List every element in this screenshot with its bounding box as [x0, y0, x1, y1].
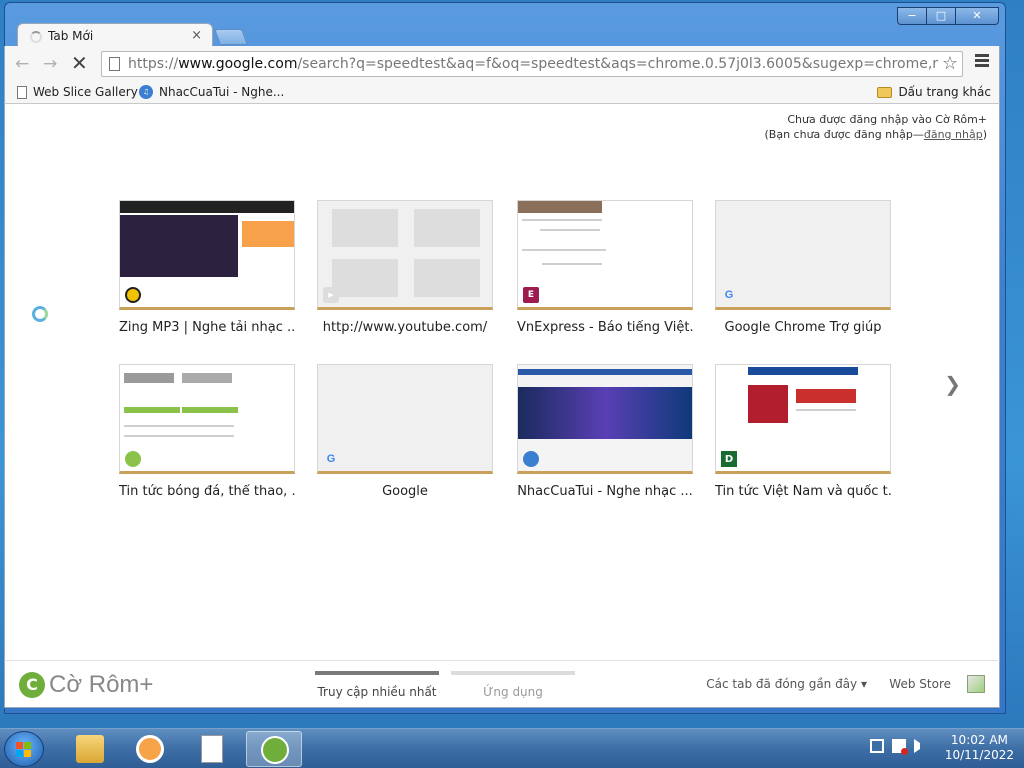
loading-spinner-icon [30, 31, 42, 43]
media-player-icon [136, 735, 164, 763]
new-tab-button[interactable] [214, 29, 248, 45]
system-tray [870, 739, 920, 755]
tile-title: VnExpress - Báo tiếng Việt... [517, 320, 693, 335]
clock-date: 10/11/2022 [944, 748, 1014, 762]
signin-text-end: ) [982, 128, 987, 141]
new-tab-page: Chưa được đăng nhập vào Cờ Rôm+ (Bạn chư… [4, 104, 1000, 660]
other-bookmarks[interactable]: Dấu trang khác [877, 85, 991, 99]
most-visited-tile[interactable]: G Google Chrome Trợ giúp [715, 200, 891, 335]
bookmark-label: NhacCuaTui - Nghe... [159, 85, 285, 99]
busy-cursor-icon [32, 306, 48, 322]
recently-closed-menu[interactable]: Các tab đã đóng gần đây ▾ [706, 677, 867, 691]
signin-text: (Bạn chưa được đăng nhập— [764, 128, 924, 141]
taskbar-media-player[interactable] [122, 731, 178, 767]
tab-apps[interactable]: Ứng dụng [451, 671, 575, 699]
tile-title: http://www.youtube.com/ [322, 320, 488, 335]
folder-icon [877, 86, 893, 98]
minimize-button[interactable]: − [897, 7, 927, 25]
new-tab-footer: C Cờ Rôm+ Truy cập nhiều nhất Ứng dụng C… [4, 660, 1000, 708]
most-visited-tile[interactable]: ▶ http://www.youtube.com/ [317, 200, 493, 335]
document-icon [201, 735, 223, 763]
start-button[interactable] [4, 731, 44, 767]
bookmark-nhaccuatui[interactable]: ♫ NhacCuaTui - Nghe... [139, 85, 284, 99]
tab-close-icon[interactable]: × [191, 28, 202, 43]
most-visited-tile[interactable]: Tin tức bóng đá, thể thao, ... [119, 364, 295, 499]
volume-icon[interactable] [914, 739, 920, 753]
other-bookmarks-label: Dấu trang khác [898, 85, 991, 99]
most-visited-tile[interactable]: E VnExpress - Báo tiếng Việt... [517, 200, 693, 335]
tile-thumbnail: ▶ [317, 200, 493, 310]
chrome-logo-icon: C [19, 672, 45, 698]
bookmark-web-slice-gallery[interactable]: Web Slice Gallery [17, 85, 138, 99]
google-icon: G [724, 289, 734, 301]
signin-link[interactable]: đăng nhập [924, 128, 983, 141]
taskbar-explorer[interactable] [62, 731, 118, 767]
nhaccuatui-icon [523, 451, 539, 467]
url-text[interactable]: https://www.google.com/search?q=speedtes… [128, 56, 938, 72]
back-arrow-icon[interactable]: ← [15, 54, 29, 74]
web-store-icon[interactable] [967, 675, 985, 693]
tile-title: Zing MP3 | Nghe tải nhạc ... [119, 320, 295, 335]
page-icon [109, 57, 120, 71]
web-store-link[interactable]: Web Store [889, 677, 951, 691]
tab-most-visited[interactable]: Truy cập nhiều nhất [315, 671, 439, 699]
vnexpress-icon: E [523, 287, 539, 303]
signin-promo: Chưa được đăng nhập vào Cờ Rôm+ (Bạn chư… [765, 112, 988, 142]
maximize-button[interactable]: □ [926, 7, 956, 25]
zing-icon [125, 287, 141, 303]
tile-title: Google Chrome Trợ giúp [724, 320, 882, 335]
bongda-icon [125, 451, 141, 467]
tile-thumbnail: G [317, 364, 493, 474]
address-bar[interactable]: https://www.google.com/search?q=speedtes… [101, 51, 963, 77]
dantri-icon: D [721, 451, 737, 467]
logo-text: Cờ Rôm+ [49, 671, 154, 698]
stop-icon[interactable]: ✕ [71, 51, 88, 75]
chrome-icon [261, 736, 289, 764]
signin-status: Chưa được đăng nhập vào Cờ Rôm+ [787, 113, 987, 126]
tile-thumbnail [517, 364, 693, 474]
tile-title: Tin tức bóng đá, thể thao, ... [119, 484, 295, 499]
close-window-button[interactable]: ✕ [955, 7, 999, 25]
bookmark-label: Web Slice Gallery [33, 85, 138, 99]
windows-flag-icon [16, 742, 32, 758]
most-visited-tile[interactable]: D Tin tức Việt Nam và quốc t... [715, 364, 891, 499]
tile-thumbnail: E [517, 200, 693, 310]
tab-title: Tab Mới [48, 29, 94, 43]
most-visited-tile[interactable]: G Google [317, 364, 493, 499]
bookmarks-bar: Web Slice Gallery ♫ NhacCuaTui - Nghe...… [4, 82, 1000, 104]
window-controls: − □ ✕ [897, 7, 999, 25]
chrome-logo: C Cờ Rôm+ [19, 671, 153, 699]
most-visited-tile[interactable]: NhacCuaTui - Nghe nhạc ... [517, 364, 693, 499]
taskbar-chrome[interactable] [246, 731, 302, 767]
next-page-arrow-icon[interactable]: ❯ [944, 372, 961, 396]
menu-icon[interactable] [975, 54, 989, 69]
google-icon: G [326, 453, 336, 465]
forward-arrow-icon[interactable]: → [43, 54, 57, 74]
taskbar-document[interactable] [184, 731, 240, 767]
tile-title: Tin tức Việt Nam và quốc t... [715, 484, 891, 499]
folder-icon [76, 735, 104, 763]
tile-thumbnail: G [715, 200, 891, 310]
bookmark-star-icon[interactable]: ☆ [942, 53, 958, 74]
tile-thumbnail: D [715, 364, 891, 474]
clock[interactable]: 10:02 AM 10/11/2022 [945, 733, 1014, 763]
most-visited-tile[interactable]: Zing MP3 | Nghe tải nhạc ... [119, 200, 295, 335]
youtube-icon: ▶ [323, 287, 339, 303]
taskbar: 10:02 AM 10/11/2022 [0, 728, 1024, 768]
tile-thumbnail [119, 364, 295, 474]
toolbar: ← → ✕ https://www.google.com/search?q=sp… [4, 46, 1000, 82]
tile-title: NhacCuaTui - Nghe nhạc ... [517, 484, 693, 499]
page-icon [17, 85, 27, 99]
clock-time: 10:02 AM [950, 733, 1008, 747]
nhaccuatui-icon: ♫ [139, 85, 153, 99]
network-icon[interactable] [870, 739, 884, 753]
action-center-icon[interactable] [892, 739, 908, 755]
tile-title: Google [382, 484, 428, 499]
tile-thumbnail [119, 200, 295, 310]
